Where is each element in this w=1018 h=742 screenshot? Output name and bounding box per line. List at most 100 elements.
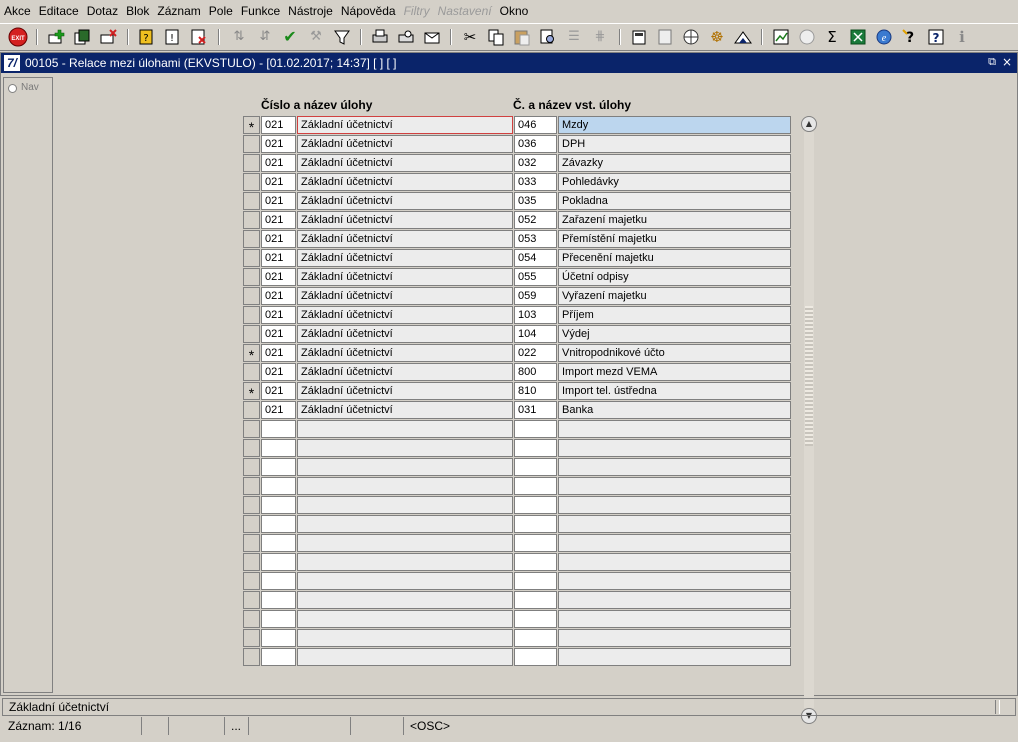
task-number-field[interactable] [261, 648, 296, 666]
row-marker[interactable] [243, 648, 260, 666]
nav-radio[interactable] [8, 84, 17, 93]
input-task-name-field[interactable] [558, 610, 791, 628]
task-number-field[interactable] [261, 629, 296, 647]
task-number-field[interactable]: 021 [261, 211, 296, 229]
restore-window-button[interactable]: ⧉ [985, 55, 999, 69]
sum-button[interactable]: Σ [822, 27, 842, 47]
tree-button[interactable]: ⋕ [590, 27, 610, 47]
input-task-number-field[interactable]: 104 [514, 325, 557, 343]
input-task-number-field[interactable] [514, 420, 557, 438]
menu-item-1[interactable]: Editace [35, 0, 83, 22]
task-number-field[interactable] [261, 534, 296, 552]
row-marker[interactable] [243, 192, 260, 210]
input-task-number-field[interactable]: 800 [514, 363, 557, 381]
row-marker[interactable] [243, 268, 260, 286]
print-button[interactable] [370, 27, 390, 47]
mail-button[interactable] [422, 27, 442, 47]
triangle-button[interactable] [733, 27, 753, 47]
task-name-field[interactable]: Základní účetnictví [297, 192, 513, 210]
input-task-number-field[interactable]: 032 [514, 154, 557, 172]
input-task-number-field[interactable]: 059 [514, 287, 557, 305]
task-number-field[interactable]: 021 [261, 325, 296, 343]
exit-button[interactable]: EXIT [8, 27, 28, 47]
tools-button[interactable]: ⚒ [306, 27, 326, 47]
row-marker[interactable] [243, 325, 260, 343]
input-task-number-field[interactable] [514, 439, 557, 457]
input-task-number-field[interactable] [514, 591, 557, 609]
table-row[interactable] [243, 648, 791, 667]
input-task-number-field[interactable] [514, 458, 557, 476]
input-task-name-field[interactable]: Pohledávky [558, 173, 791, 191]
paste-button[interactable] [512, 27, 532, 47]
input-task-number-field[interactable]: 033 [514, 173, 557, 191]
task-number-field[interactable] [261, 439, 296, 457]
task-name-field[interactable] [297, 458, 513, 476]
task-number-field[interactable]: 021 [261, 401, 296, 419]
sort-asc-button[interactable]: ⇅ [229, 27, 249, 47]
input-task-name-field[interactable] [558, 553, 791, 571]
input-task-number-field[interactable]: 054 [514, 249, 557, 267]
input-task-name-field[interactable] [558, 648, 791, 666]
task-name-field[interactable]: Základní účetnictví [297, 344, 513, 362]
list-button[interactable]: ☰ [564, 27, 584, 47]
execute-query-button[interactable]: ! [163, 27, 183, 47]
input-task-number-field[interactable]: 052 [514, 211, 557, 229]
insert-record-button[interactable] [47, 27, 67, 47]
print-preview-button[interactable] [396, 27, 416, 47]
input-task-name-field[interactable] [558, 477, 791, 495]
input-task-number-field[interactable] [514, 496, 557, 514]
row-marker[interactable]: * [243, 382, 260, 400]
row-marker[interactable] [243, 211, 260, 229]
task-number-field[interactable]: 021 [261, 268, 296, 286]
task-number-field[interactable] [261, 420, 296, 438]
task-number-field[interactable]: 021 [261, 173, 296, 191]
input-task-name-field[interactable] [558, 515, 791, 533]
menu-item-6[interactable]: Funkce [237, 0, 284, 22]
input-task-name-field[interactable]: Příjem [558, 306, 791, 324]
internet-explorer-button[interactable]: e [874, 27, 894, 47]
task-name-field[interactable]: Základní účetnictví [297, 249, 513, 267]
help-button[interactable]: ? [926, 27, 946, 47]
table-row[interactable]: 021 Základní účetnictví 800 Import mezd VEM… [243, 363, 791, 382]
task-name-field[interactable] [297, 420, 513, 438]
delete-record-button[interactable] [99, 27, 119, 47]
input-task-name-field[interactable]: Přecenění majetku [558, 249, 791, 267]
task-name-field[interactable]: Základní účetnictví [297, 230, 513, 248]
task-name-field[interactable]: Základní účetnictví [297, 306, 513, 324]
task-name-field[interactable] [297, 553, 513, 571]
table-row[interactable]: 021 Základní účetnictví 035 Pokladna [243, 192, 791, 211]
input-task-name-field[interactable]: Účetní odpisy [558, 268, 791, 286]
table-row[interactable]: * 021 Základní účetnictví 022 Vnitropodnikov… [243, 344, 791, 363]
row-marker[interactable]: * [243, 116, 260, 134]
row-marker[interactable] [243, 249, 260, 267]
row-marker[interactable] [243, 135, 260, 153]
input-task-name-field[interactable] [558, 591, 791, 609]
input-task-name-field[interactable]: Zařazení majetku [558, 211, 791, 229]
input-task-number-field[interactable]: 103 [514, 306, 557, 324]
table-row[interactable]: 021 Základní účetnictví 036 DPH [243, 135, 791, 154]
input-task-number-field[interactable]: 053 [514, 230, 557, 248]
task-number-field[interactable]: 021 [261, 382, 296, 400]
document-button[interactable] [655, 27, 675, 47]
task-name-field[interactable] [297, 610, 513, 628]
task-number-field[interactable] [261, 591, 296, 609]
row-marker[interactable] [243, 477, 260, 495]
menu-item-7[interactable]: Nástroje [284, 0, 337, 22]
row-marker[interactable] [243, 610, 260, 628]
row-marker[interactable] [243, 572, 260, 590]
input-task-name-field[interactable]: Import mezd VEMA [558, 363, 791, 381]
input-task-number-field[interactable] [514, 572, 557, 590]
table-row[interactable]: 021 Základní účetnictví 103 Příjem [243, 306, 791, 325]
row-marker[interactable] [243, 173, 260, 191]
row-marker[interactable] [243, 306, 260, 324]
row-marker[interactable] [243, 458, 260, 476]
table-row[interactable]: 021 Základní účetnictví 104 Výdej [243, 325, 791, 344]
task-name-field[interactable] [297, 496, 513, 514]
sort-desc-button[interactable]: ⇵ [255, 27, 275, 47]
task-name-field[interactable] [297, 439, 513, 457]
input-task-number-field[interactable] [514, 534, 557, 552]
task-number-field[interactable]: 021 [261, 306, 296, 324]
table-row[interactable] [243, 534, 791, 553]
table-row[interactable]: 021 Základní účetnictví 031 Banka [243, 401, 791, 420]
row-marker[interactable] [243, 154, 260, 172]
